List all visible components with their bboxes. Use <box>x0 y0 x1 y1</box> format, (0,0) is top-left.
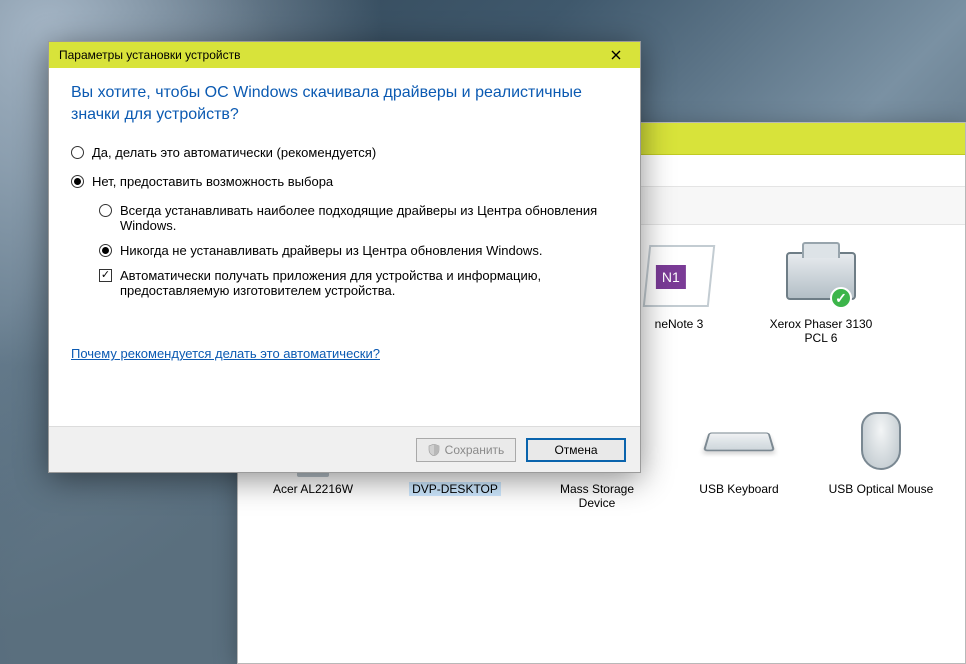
shield-icon <box>428 444 440 456</box>
cancel-button[interactable]: Отмена <box>526 438 626 462</box>
dialog-body: Вы хотите, чтобы ОС Windows скачивала др… <box>49 68 640 361</box>
radio-auto[interactable]: Да, делать это автоматически (рекомендуе… <box>71 145 618 160</box>
why-auto-link[interactable]: Почему рекомендуется делать это автомати… <box>71 346 380 361</box>
device-install-settings-dialog: Параметры установки устройств Вы хотите,… <box>48 41 641 473</box>
device-xerox-phaser[interactable]: ✓ Xerox Phaser 3130 PCL 6 <box>768 241 874 346</box>
save-button[interactable]: Сохранить <box>416 438 516 462</box>
device-usb-keyboard[interactable]: USB Keyboard <box>686 406 792 511</box>
device-usb-mouse[interactable]: USB Optical Mouse <box>828 406 934 511</box>
radio-always-install[interactable]: Всегда устанавливать наиболее подходящие… <box>99 203 618 233</box>
checkbox-icon <box>99 269 112 282</box>
dialog-titlebar[interactable]: Параметры установки устройств <box>49 42 640 68</box>
dialog-footer: Сохранить Отмена <box>49 426 640 472</box>
keyboard-icon <box>703 432 775 451</box>
mouse-icon <box>861 412 901 470</box>
close-button[interactable] <box>598 45 634 65</box>
close-icon <box>611 50 621 60</box>
radio-icon <box>99 204 112 217</box>
checkbox-auto-apps[interactable]: Автоматически получать приложения для ус… <box>99 268 618 298</box>
onenote-icon <box>643 245 716 307</box>
radio-icon <box>99 244 112 257</box>
radio-icon <box>71 175 84 188</box>
radio-icon <box>71 146 84 159</box>
manual-subgroup: Всегда устанавливать наиболее подходящие… <box>99 203 618 298</box>
default-check-icon: ✓ <box>830 287 852 309</box>
dialog-title: Параметры установки устройств <box>59 48 240 62</box>
dialog-heading: Вы хотите, чтобы ОС Windows скачивала др… <box>71 82 618 125</box>
radio-manual[interactable]: Нет, предоставить возможность выбора <box>71 174 618 189</box>
radio-never-install[interactable]: Никогда не устанавливать драйверы из Цен… <box>99 243 618 258</box>
device-onenote[interactable]: neNote 3 <box>626 241 732 346</box>
